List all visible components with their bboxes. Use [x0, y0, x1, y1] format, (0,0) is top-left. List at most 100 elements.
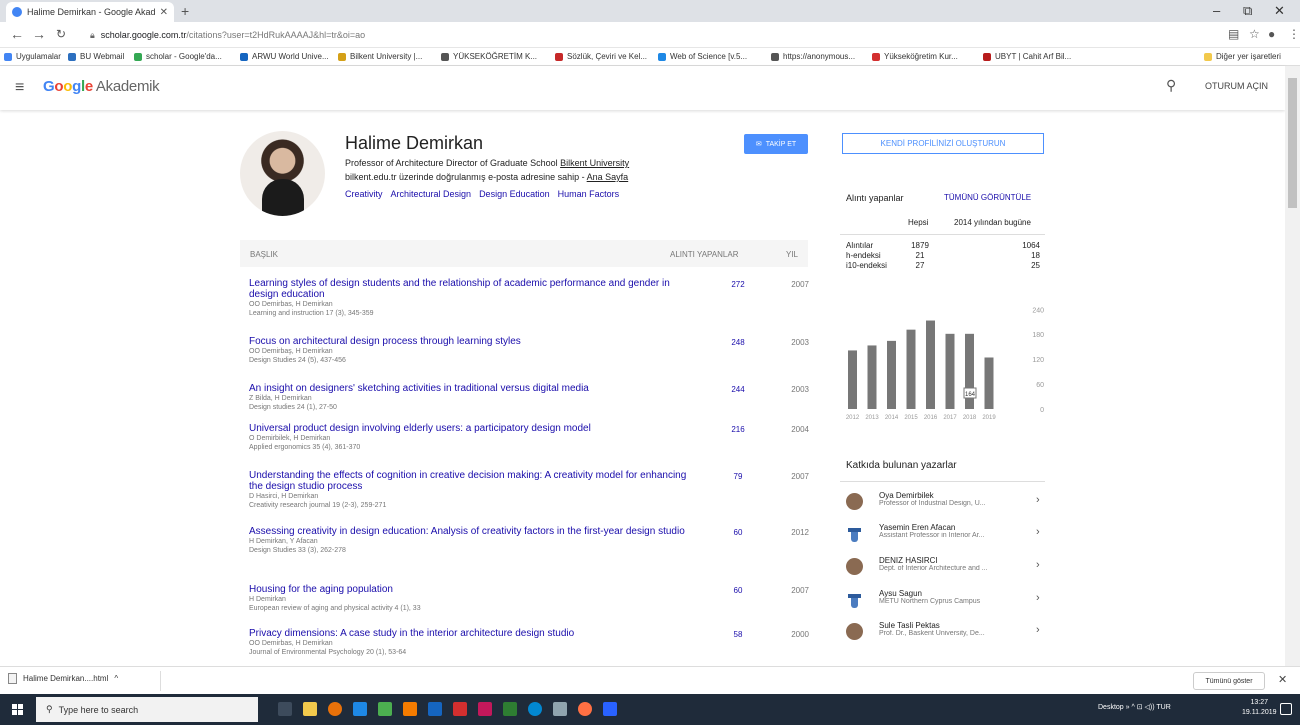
bookmark-yok[interactable]: YÜKSEKÖĞRETİM K...	[441, 52, 537, 61]
mail-icon[interactable]	[553, 702, 567, 716]
publication-cited-by-link[interactable]: 244	[723, 385, 753, 394]
publication-cited-by-link[interactable]: 79	[723, 472, 753, 481]
powerpoint-icon[interactable]	[478, 702, 492, 716]
publication-cited-by-link[interactable]: 272	[723, 280, 753, 289]
publication-cited-by-link[interactable]: 216	[723, 425, 753, 434]
chrome-icon[interactable]	[328, 702, 342, 716]
bookmark-yuksekogretim[interactable]: Yükseköğretim Kur...	[872, 52, 958, 61]
bookmark-sozluk[interactable]: Sözlük, Çeviri ve Kel...	[555, 52, 647, 61]
system-tray[interactable]: Desktop » ^ ⊡ ◁)) TUR	[1098, 703, 1171, 711]
close-downloads-icon[interactable]: ✕	[1278, 673, 1287, 686]
chevron-right-icon[interactable]: ›	[1036, 624, 1040, 636]
bookmark-star-icon[interactable]: ☆	[1249, 27, 1260, 41]
internet-explorer-icon[interactable]	[603, 702, 617, 716]
chart-bar[interactable]	[848, 350, 857, 409]
publication-title-link[interactable]: Understanding the effects of cognition i…	[249, 470, 699, 492]
new-tab-icon[interactable]: +	[181, 3, 189, 19]
word-icon[interactable]	[428, 702, 442, 716]
download-item[interactable]: Halime Demirkan....html ^	[8, 673, 118, 684]
coauthor-item[interactable]: Oya Demirbilek Professor of Industrial De…	[846, 490, 1046, 516]
url-input[interactable]: 🔒︎ scholar.google.com.tr/citations?user=…	[84, 25, 1174, 45]
publication-cited-by-link[interactable]: 60	[723, 586, 753, 595]
chevron-right-icon[interactable]: ›	[1036, 526, 1040, 538]
chevron-right-icon[interactable]: ›	[1036, 494, 1040, 506]
google-scholar-logo[interactable]: Google Akademik	[43, 78, 160, 95]
view-all-link[interactable]: TÜMÜNÜ GÖRÜNTÜLE	[944, 193, 1031, 202]
back-icon[interactable]: ←	[10, 26, 24, 42]
browser-tab[interactable]: Halime Demirkan - Google Akad ✕	[6, 2, 174, 22]
col-title-header[interactable]: BAŞLIK	[250, 250, 278, 259]
coauthor-item[interactable]: Aysu Sagun METU Northern Cyprus Campus ›	[846, 588, 1046, 614]
col-year-header[interactable]: YIL	[786, 250, 798, 259]
menu-icon[interactable]: ⋮	[1288, 27, 1300, 41]
publication-title-link[interactable]: Universal product design involving elder…	[249, 423, 699, 434]
minimize-icon[interactable]: –	[1213, 3, 1220, 18]
publication-title-link[interactable]: Learning styles of design students and t…	[249, 278, 699, 300]
taskbar-clock[interactable]: 13:27 19.11.2019	[1242, 698, 1277, 718]
chart-bar[interactable]	[984, 357, 994, 409]
bookmark-anonymous[interactable]: https://anonymous...	[771, 52, 855, 61]
bookmark-apps[interactable]: Uygulamalar	[4, 52, 61, 61]
edge-icon[interactable]	[353, 702, 367, 716]
reload-icon[interactable]: ↻	[56, 27, 66, 41]
publication-title-link[interactable]: Focus on architectural design process th…	[249, 336, 699, 347]
profile-icon[interactable]: ●	[1268, 27, 1275, 41]
interest-link[interactable]: Architectural Design	[391, 189, 472, 199]
chart-bar[interactable]	[906, 329, 916, 409]
publication-title-link[interactable]: Assessing creativity in design education…	[249, 526, 699, 537]
coauthor-item[interactable]: DENIZ HASIRCI Dept. of Interior Architect…	[846, 555, 1046, 581]
interest-link[interactable]: Human Factors	[558, 189, 620, 199]
taskbar-search-input[interactable]: ⚲ Type here to search	[36, 697, 258, 722]
hamburger-menu-icon[interactable]: ≡	[15, 79, 24, 97]
app-icon[interactable]	[378, 702, 392, 716]
excel-icon[interactable]	[503, 702, 517, 716]
homepage-link[interactable]: Ana Sayfa	[587, 172, 629, 182]
publication-title-link[interactable]: Privacy dimensions: A case study in the …	[249, 628, 699, 639]
bookmark-webmail[interactable]: BU Webmail	[68, 52, 124, 61]
bookmark-other[interactable]: Diğer yer işaretleri	[1204, 52, 1281, 61]
forward-icon[interactable]: →	[32, 26, 46, 42]
chevron-right-icon[interactable]: ›	[1036, 559, 1040, 571]
chart-bar[interactable]	[926, 320, 935, 409]
bookmark-arwu[interactable]: ARWU World Unive...	[240, 52, 329, 61]
publication-cited-by-link[interactable]: 248	[723, 338, 753, 347]
translate-icon[interactable]: ▤	[1228, 27, 1239, 41]
follow-button[interactable]: ✉ TAKİP ET	[744, 134, 808, 154]
vlc-icon[interactable]	[403, 702, 417, 716]
affiliation-link[interactable]: Bilkent University	[560, 158, 629, 168]
create-profile-button[interactable]: KENDİ PROFİLİNİZİ OLUŞTURUN	[842, 133, 1044, 154]
chevron-right-icon[interactable]: ›	[1036, 592, 1040, 604]
windows-start-icon[interactable]	[12, 704, 23, 715]
firefox-icon[interactable]	[578, 702, 592, 716]
task-view-icon[interactable]	[278, 702, 292, 716]
coauthor-item[interactable]: Sule Tasli Pektas Prof. Dr., Baskent Univ…	[846, 620, 1046, 646]
bookmark-wos[interactable]: Web of Science [v.5...	[658, 52, 747, 61]
close-window-icon[interactable]: ✕	[1274, 3, 1285, 19]
publication-cited-by-link[interactable]: 58	[723, 630, 753, 639]
chart-bar[interactable]	[867, 345, 877, 409]
file-explorer-icon[interactable]	[303, 702, 317, 716]
chart-bar[interactable]	[945, 333, 955, 409]
acrobat-icon[interactable]	[453, 702, 467, 716]
scrollbar-thumb[interactable]	[1288, 78, 1297, 208]
chart-bar[interactable]	[887, 340, 896, 409]
coauthor-item[interactable]: Yasemin Eren Afacan Assistant Professor i…	[846, 522, 1046, 548]
show-all-downloads-button[interactable]: Tümünü göster	[1193, 672, 1265, 690]
maximize-icon[interactable]: ⧉	[1243, 3, 1252, 19]
search-icon[interactable]: ⚲	[1166, 77, 1176, 94]
close-tab-icon[interactable]: ✕	[160, 7, 168, 18]
notifications-icon[interactable]	[1280, 703, 1292, 715]
publication-title-link[interactable]: Housing for the aging population	[249, 584, 699, 595]
page-scrollbar[interactable]	[1285, 66, 1300, 666]
col-cited-header[interactable]: ALINTI YAPANLAR	[670, 250, 738, 259]
chevron-up-icon[interactable]: ^	[114, 674, 118, 683]
interest-link[interactable]: Design Education	[479, 189, 550, 199]
bookmark-bilkent[interactable]: Bilkent University |...	[338, 52, 422, 61]
publication-cited-by-link[interactable]: 60	[723, 528, 753, 537]
bookmark-ubyt[interactable]: UBYT | Cahit Arf Bil...	[983, 52, 1071, 61]
publication-title-link[interactable]: An insight on designers' sketching activ…	[249, 383, 699, 394]
bookmark-scholar-search[interactable]: scholar - Google'da...	[134, 52, 222, 61]
signin-button[interactable]: OTURUM AÇIN	[1205, 81, 1268, 91]
browser-icon[interactable]	[528, 702, 542, 716]
interest-link[interactable]: Creativity	[345, 189, 383, 199]
